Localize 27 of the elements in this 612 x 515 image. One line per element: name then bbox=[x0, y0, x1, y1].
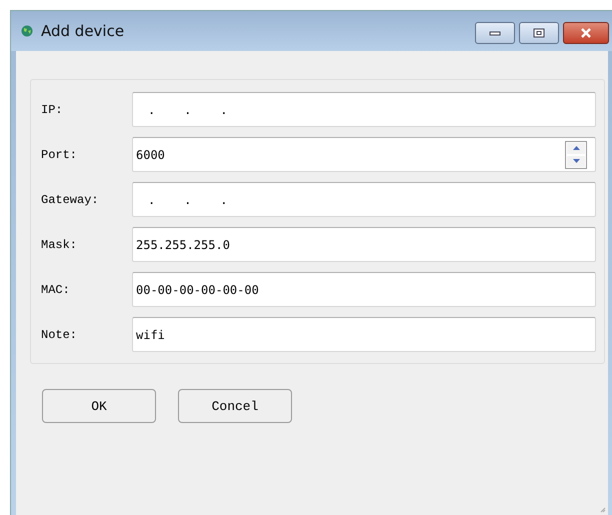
restore-icon bbox=[533, 28, 545, 38]
globe-icon bbox=[21, 25, 33, 37]
minimize-icon bbox=[489, 30, 501, 36]
close-button[interactable] bbox=[563, 22, 609, 44]
resize-grip-icon bbox=[600, 507, 606, 513]
input-field[interactable]: wifi bbox=[132, 317, 596, 352]
up-arrow-icon bbox=[572, 146, 580, 150]
input-field[interactable]: 255.255.255.0 bbox=[132, 227, 596, 262]
field-label: Note: bbox=[41, 328, 78, 342]
minimize-button[interactable] bbox=[475, 22, 515, 44]
close-icon bbox=[579, 27, 593, 39]
field-label: Port: bbox=[41, 148, 78, 162]
field-label: Gateway: bbox=[41, 192, 100, 206]
dialog-button[interactable]: Concel bbox=[178, 389, 292, 423]
window-title: Add device bbox=[41, 22, 124, 40]
maximize-button[interactable] bbox=[519, 22, 559, 44]
dialog-button[interactable]: OK bbox=[42, 389, 156, 423]
field-label: IP: bbox=[41, 102, 64, 116]
down-arrow-icon bbox=[572, 159, 580, 163]
input-field[interactable]: 00-00-00-00-00-00 bbox=[132, 272, 596, 307]
ip-address-field[interactable]: . . . bbox=[132, 92, 596, 127]
ip-address-field[interactable]: . . . bbox=[132, 182, 596, 217]
field-label: Mask: bbox=[41, 238, 78, 252]
spin-box[interactable]: 6000 bbox=[132, 137, 596, 172]
spin-up-button[interactable] bbox=[566, 142, 586, 154]
field-label: MAC: bbox=[41, 282, 71, 296]
spin-down-button[interactable] bbox=[566, 154, 586, 168]
